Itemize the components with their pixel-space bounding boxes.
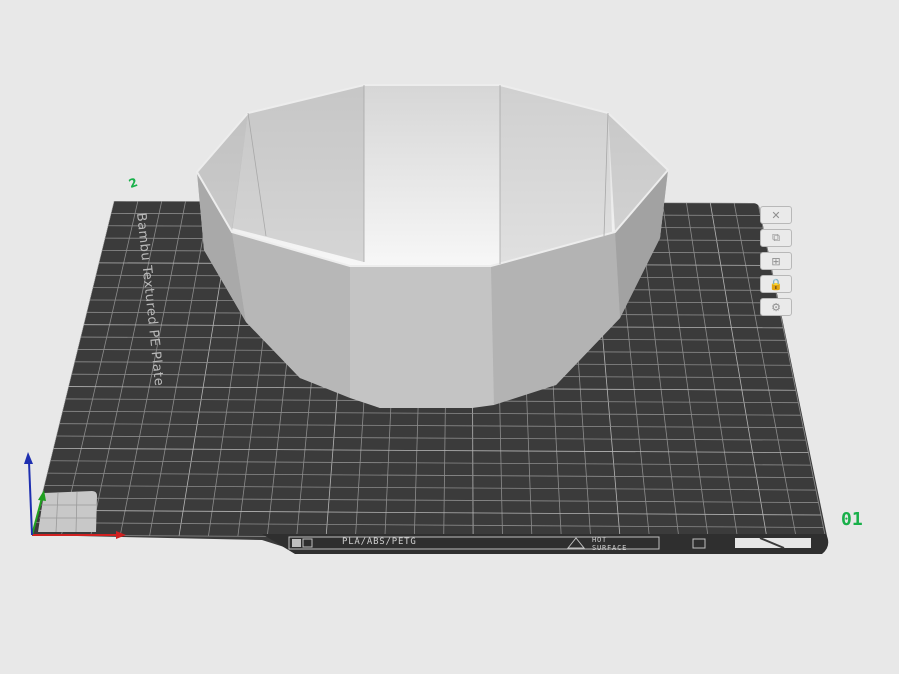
- filament-types-label: PLA/ABS/PETG: [342, 537, 417, 547]
- orient-icon: ⊞: [771, 254, 781, 268]
- build-plate-viewport[interactable]: [0, 0, 899, 674]
- hot-surface-line1: HOT: [592, 536, 608, 544]
- origin-pad: [38, 491, 97, 532]
- hot-surface-label: HOT SURFACE: [592, 536, 627, 552]
- hot-surface-line2: SURFACE: [592, 544, 628, 552]
- close-icon: ✕: [771, 208, 781, 222]
- lock-plate-button[interactable]: 🔒: [760, 275, 792, 293]
- lock-icon: 🔒: [769, 277, 783, 291]
- plate-settings-button[interactable]: ⚙: [760, 298, 792, 316]
- delete-plate-button[interactable]: ✕: [760, 206, 792, 224]
- plate-number[interactable]: 01: [841, 509, 863, 530]
- z-axis: [28, 461, 33, 536]
- plate-icon-box-1: [292, 539, 301, 547]
- arrange-plate-button[interactable]: ⧉: [760, 229, 792, 247]
- orient-plate-button[interactable]: ⊞: [760, 252, 792, 270]
- z-axis-arrow: [24, 452, 33, 464]
- settings-icon: ⚙: [771, 300, 781, 314]
- auto-arrange-icon: ⧉: [772, 231, 780, 244]
